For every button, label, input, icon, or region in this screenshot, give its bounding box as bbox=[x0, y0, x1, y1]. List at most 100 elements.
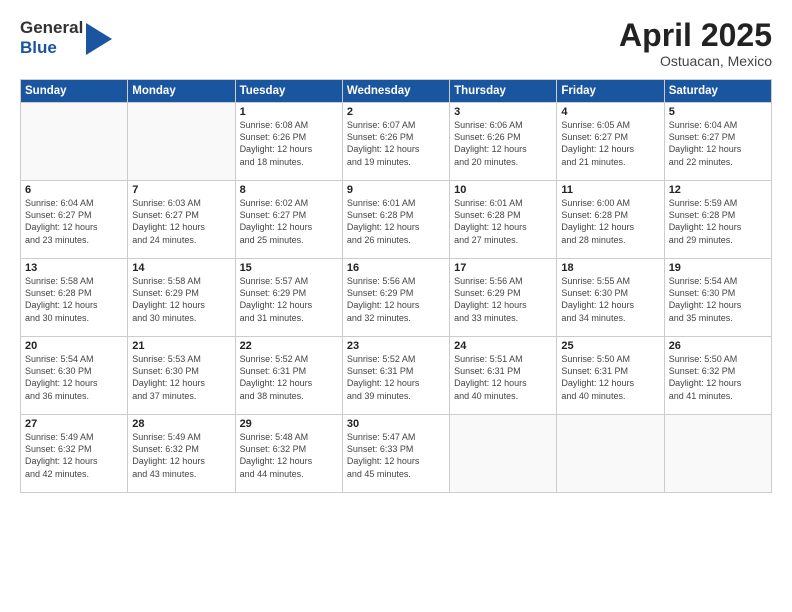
calendar-cell: 3Sunrise: 6:06 AM Sunset: 6:26 PM Daylig… bbox=[450, 103, 557, 181]
calendar-cell: 14Sunrise: 5:58 AM Sunset: 6:29 PM Dayli… bbox=[128, 259, 235, 337]
day-info: Sunrise: 5:56 AM Sunset: 6:29 PM Dayligh… bbox=[454, 275, 552, 324]
weekday-header: Wednesday bbox=[342, 80, 449, 103]
day-info: Sunrise: 5:48 AM Sunset: 6:32 PM Dayligh… bbox=[240, 431, 338, 480]
day-number: 30 bbox=[347, 418, 445, 430]
day-number: 13 bbox=[25, 262, 123, 274]
logo: General Blue bbox=[20, 18, 112, 57]
calendar-cell bbox=[128, 103, 235, 181]
day-info: Sunrise: 6:08 AM Sunset: 6:26 PM Dayligh… bbox=[240, 119, 338, 168]
header: General Blue April 2025 Ostuacan, Mexico bbox=[20, 18, 772, 69]
day-number: 15 bbox=[240, 262, 338, 274]
calendar-cell: 23Sunrise: 5:52 AM Sunset: 6:31 PM Dayli… bbox=[342, 337, 449, 415]
day-number: 24 bbox=[454, 340, 552, 352]
logo-blue: Blue bbox=[20, 38, 83, 58]
logo-icon bbox=[86, 23, 112, 55]
day-number: 1 bbox=[240, 106, 338, 118]
page: General Blue April 2025 Ostuacan, Mexico… bbox=[0, 0, 792, 612]
calendar-cell: 27Sunrise: 5:49 AM Sunset: 6:32 PM Dayli… bbox=[21, 415, 128, 493]
day-number: 17 bbox=[454, 262, 552, 274]
calendar-cell: 2Sunrise: 6:07 AM Sunset: 6:26 PM Daylig… bbox=[342, 103, 449, 181]
day-info: Sunrise: 5:54 AM Sunset: 6:30 PM Dayligh… bbox=[25, 353, 123, 402]
calendar-week-row: 1Sunrise: 6:08 AM Sunset: 6:26 PM Daylig… bbox=[21, 103, 772, 181]
day-info: Sunrise: 6:04 AM Sunset: 6:27 PM Dayligh… bbox=[25, 197, 123, 246]
day-info: Sunrise: 6:04 AM Sunset: 6:27 PM Dayligh… bbox=[669, 119, 767, 168]
day-number: 25 bbox=[561, 340, 659, 352]
calendar-cell: 19Sunrise: 5:54 AM Sunset: 6:30 PM Dayli… bbox=[664, 259, 771, 337]
calendar-cell: 10Sunrise: 6:01 AM Sunset: 6:28 PM Dayli… bbox=[450, 181, 557, 259]
calendar-cell bbox=[664, 415, 771, 493]
calendar-cell: 7Sunrise: 6:03 AM Sunset: 6:27 PM Daylig… bbox=[128, 181, 235, 259]
title-block: April 2025 Ostuacan, Mexico bbox=[619, 18, 772, 69]
day-info: Sunrise: 5:49 AM Sunset: 6:32 PM Dayligh… bbox=[132, 431, 230, 480]
calendar-cell: 21Sunrise: 5:53 AM Sunset: 6:30 PM Dayli… bbox=[128, 337, 235, 415]
weekday-header: Monday bbox=[128, 80, 235, 103]
calendar-cell bbox=[21, 103, 128, 181]
day-info: Sunrise: 5:51 AM Sunset: 6:31 PM Dayligh… bbox=[454, 353, 552, 402]
location: Ostuacan, Mexico bbox=[619, 53, 772, 69]
day-number: 26 bbox=[669, 340, 767, 352]
day-number: 16 bbox=[347, 262, 445, 274]
calendar-cell: 26Sunrise: 5:50 AM Sunset: 6:32 PM Dayli… bbox=[664, 337, 771, 415]
weekday-header: Friday bbox=[557, 80, 664, 103]
day-number: 23 bbox=[347, 340, 445, 352]
calendar-table: SundayMondayTuesdayWednesdayThursdayFrid… bbox=[20, 79, 772, 493]
day-info: Sunrise: 5:54 AM Sunset: 6:30 PM Dayligh… bbox=[669, 275, 767, 324]
calendar-cell: 8Sunrise: 6:02 AM Sunset: 6:27 PM Daylig… bbox=[235, 181, 342, 259]
calendar-cell: 9Sunrise: 6:01 AM Sunset: 6:28 PM Daylig… bbox=[342, 181, 449, 259]
day-info: Sunrise: 5:52 AM Sunset: 6:31 PM Dayligh… bbox=[240, 353, 338, 402]
day-info: Sunrise: 5:50 AM Sunset: 6:31 PM Dayligh… bbox=[561, 353, 659, 402]
day-number: 21 bbox=[132, 340, 230, 352]
day-info: Sunrise: 5:50 AM Sunset: 6:32 PM Dayligh… bbox=[669, 353, 767, 402]
day-info: Sunrise: 5:49 AM Sunset: 6:32 PM Dayligh… bbox=[25, 431, 123, 480]
calendar-cell: 22Sunrise: 5:52 AM Sunset: 6:31 PM Dayli… bbox=[235, 337, 342, 415]
weekday-header: Sunday bbox=[21, 80, 128, 103]
day-number: 28 bbox=[132, 418, 230, 430]
calendar-cell: 16Sunrise: 5:56 AM Sunset: 6:29 PM Dayli… bbox=[342, 259, 449, 337]
day-info: Sunrise: 5:53 AM Sunset: 6:30 PM Dayligh… bbox=[132, 353, 230, 402]
day-number: 10 bbox=[454, 184, 552, 196]
calendar-cell: 30Sunrise: 5:47 AM Sunset: 6:33 PM Dayli… bbox=[342, 415, 449, 493]
day-info: Sunrise: 6:05 AM Sunset: 6:27 PM Dayligh… bbox=[561, 119, 659, 168]
weekday-header: Tuesday bbox=[235, 80, 342, 103]
day-info: Sunrise: 6:02 AM Sunset: 6:27 PM Dayligh… bbox=[240, 197, 338, 246]
day-number: 7 bbox=[132, 184, 230, 196]
calendar-cell: 20Sunrise: 5:54 AM Sunset: 6:30 PM Dayli… bbox=[21, 337, 128, 415]
day-number: 12 bbox=[669, 184, 767, 196]
weekday-header: Thursday bbox=[450, 80, 557, 103]
day-info: Sunrise: 5:58 AM Sunset: 6:28 PM Dayligh… bbox=[25, 275, 123, 324]
day-number: 18 bbox=[561, 262, 659, 274]
day-number: 2 bbox=[347, 106, 445, 118]
day-number: 27 bbox=[25, 418, 123, 430]
calendar-week-row: 27Sunrise: 5:49 AM Sunset: 6:32 PM Dayli… bbox=[21, 415, 772, 493]
day-info: Sunrise: 5:56 AM Sunset: 6:29 PM Dayligh… bbox=[347, 275, 445, 324]
day-number: 14 bbox=[132, 262, 230, 274]
calendar-cell bbox=[557, 415, 664, 493]
day-info: Sunrise: 6:01 AM Sunset: 6:28 PM Dayligh… bbox=[347, 197, 445, 246]
weekday-header: Saturday bbox=[664, 80, 771, 103]
calendar-week-row: 6Sunrise: 6:04 AM Sunset: 6:27 PM Daylig… bbox=[21, 181, 772, 259]
calendar-cell: 5Sunrise: 6:04 AM Sunset: 6:27 PM Daylig… bbox=[664, 103, 771, 181]
month-title: April 2025 bbox=[619, 18, 772, 53]
calendar-cell: 1Sunrise: 6:08 AM Sunset: 6:26 PM Daylig… bbox=[235, 103, 342, 181]
calendar-week-row: 20Sunrise: 5:54 AM Sunset: 6:30 PM Dayli… bbox=[21, 337, 772, 415]
calendar-cell: 12Sunrise: 5:59 AM Sunset: 6:28 PM Dayli… bbox=[664, 181, 771, 259]
day-info: Sunrise: 6:03 AM Sunset: 6:27 PM Dayligh… bbox=[132, 197, 230, 246]
calendar-cell: 13Sunrise: 5:58 AM Sunset: 6:28 PM Dayli… bbox=[21, 259, 128, 337]
calendar-cell: 29Sunrise: 5:48 AM Sunset: 6:32 PM Dayli… bbox=[235, 415, 342, 493]
calendar-cell bbox=[450, 415, 557, 493]
day-info: Sunrise: 5:59 AM Sunset: 6:28 PM Dayligh… bbox=[669, 197, 767, 246]
day-number: 29 bbox=[240, 418, 338, 430]
day-info: Sunrise: 6:01 AM Sunset: 6:28 PM Dayligh… bbox=[454, 197, 552, 246]
day-info: Sunrise: 5:47 AM Sunset: 6:33 PM Dayligh… bbox=[347, 431, 445, 480]
calendar-cell: 15Sunrise: 5:57 AM Sunset: 6:29 PM Dayli… bbox=[235, 259, 342, 337]
calendar-week-row: 13Sunrise: 5:58 AM Sunset: 6:28 PM Dayli… bbox=[21, 259, 772, 337]
logo-text: General Blue bbox=[20, 18, 83, 57]
day-number: 4 bbox=[561, 106, 659, 118]
calendar-cell: 11Sunrise: 6:00 AM Sunset: 6:28 PM Dayli… bbox=[557, 181, 664, 259]
calendar-cell: 24Sunrise: 5:51 AM Sunset: 6:31 PM Dayli… bbox=[450, 337, 557, 415]
day-number: 3 bbox=[454, 106, 552, 118]
calendar-cell: 25Sunrise: 5:50 AM Sunset: 6:31 PM Dayli… bbox=[557, 337, 664, 415]
day-number: 22 bbox=[240, 340, 338, 352]
day-number: 5 bbox=[669, 106, 767, 118]
day-number: 11 bbox=[561, 184, 659, 196]
